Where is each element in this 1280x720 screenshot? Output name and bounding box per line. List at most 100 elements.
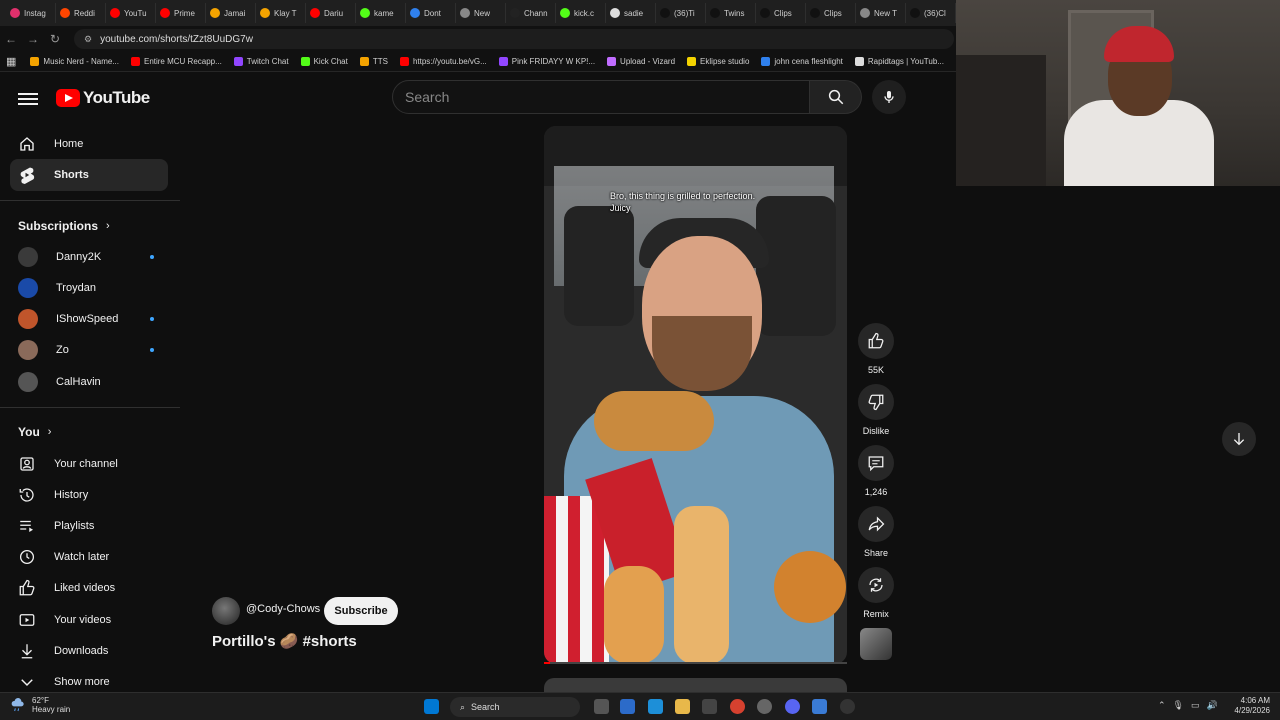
tab-favicon-icon — [460, 8, 470, 18]
windows-start-icon[interactable] — [424, 699, 439, 714]
back-icon[interactable]: ← — [0, 32, 22, 46]
weather-widget[interactable]: 62°F Heavy rain — [10, 696, 70, 714]
url-field[interactable]: ⚙ youtube.com/shorts/tZzt8UuDG7w — [74, 29, 954, 49]
bookmark-item[interactable]: Pink FRIDAYY W KP!... — [498, 57, 595, 66]
browser-tab[interactable]: Twins — [706, 3, 756, 23]
browser-tab[interactable]: Prime — [156, 3, 206, 23]
search-icon: ⌕ — [460, 701, 466, 712]
menu-icon[interactable] — [18, 90, 38, 106]
like-action[interactable]: 55K — [858, 323, 894, 375]
remix-button[interactable] — [858, 567, 894, 603]
bookmark-item[interactable]: Music Nerd - Name... — [30, 57, 119, 66]
browser-tab[interactable]: Klay T — [256, 3, 306, 23]
site-info-icon[interactable]: ⚙ — [84, 34, 92, 45]
sidebar-item-downloads[interactable]: Downloads — [10, 635, 168, 667]
subscription-item[interactable]: Troydan — [10, 272, 168, 304]
browser-tab[interactable]: kick.c — [556, 3, 606, 23]
bookmark-item[interactable]: Upload - Vizard — [607, 57, 675, 66]
browser-tab[interactable]: Clips — [756, 3, 806, 23]
browser-tab[interactable]: Dariu — [306, 3, 356, 23]
comments-action[interactable]: 1,246 — [858, 445, 894, 497]
sidebar-item-your-channel[interactable]: Your channel — [10, 448, 168, 480]
next-short-button[interactable] — [1222, 422, 1256, 456]
dislike-action[interactable]: Dislike — [858, 384, 894, 436]
edge-icon[interactable] — [648, 699, 663, 714]
search-button[interactable] — [810, 80, 862, 114]
apps-icon[interactable]: ▦ — [6, 55, 16, 68]
settings-icon[interactable] — [840, 699, 855, 714]
channel-avatar[interactable] — [212, 597, 240, 625]
task-view-icon[interactable] — [594, 699, 609, 714]
browser-tab[interactable]: Dont — [406, 3, 456, 23]
bookmark-item[interactable]: https://youtu.be/vG... — [399, 57, 487, 66]
browser-tab[interactable]: Clips — [806, 3, 856, 23]
tab-favicon-icon — [310, 8, 320, 18]
bookmark-favicon-icon — [498, 57, 508, 66]
bookmark-item[interactable]: Twitch Chat — [233, 57, 289, 66]
share-action[interactable]: Share — [858, 506, 894, 558]
notepad-icon[interactable] — [812, 699, 827, 714]
subscription-item[interactable]: Zo — [10, 334, 168, 366]
obs-icon[interactable] — [757, 699, 772, 714]
video-progress-bar[interactable] — [544, 662, 847, 664]
sidebar-item-shorts[interactable]: Shorts — [10, 159, 168, 191]
store-icon[interactable] — [702, 699, 717, 714]
sidebar-item-playlists[interactable]: Playlists — [10, 510, 168, 542]
youtube-play-icon — [56, 89, 80, 107]
share-button[interactable] — [858, 506, 894, 542]
subscription-item[interactable]: CalHavin — [10, 366, 168, 398]
sidebar-item-watch-later[interactable]: Watch later — [10, 541, 168, 573]
subscription-name: Zo — [56, 344, 69, 356]
like-button[interactable] — [858, 323, 894, 359]
browser-tab[interactable]: sadie — [606, 3, 656, 23]
sidebar-item-liked-videos[interactable]: Liked videos — [10, 572, 168, 604]
discord-icon[interactable] — [785, 699, 800, 714]
search-input[interactable]: Search — [392, 80, 810, 114]
forward-icon[interactable]: → — [22, 32, 44, 46]
bookmark-favicon-icon — [300, 57, 310, 66]
browser-tab[interactable]: Chann — [506, 3, 556, 23]
bookmark-item[interactable]: Rapidtags | YouTub... — [854, 57, 944, 66]
browser-tab[interactable]: (36)Cl — [906, 3, 956, 23]
sidebar-item-home[interactable]: Home — [10, 128, 168, 160]
remix-action[interactable]: Remix — [858, 567, 894, 619]
browser-tab[interactable]: Reddi — [56, 3, 106, 23]
bookmark-label: Entire MCU Recapp... — [143, 57, 222, 66]
sound-thumbnail[interactable] — [860, 628, 892, 660]
sidebar-item-history[interactable]: History — [10, 479, 168, 511]
bookmark-item[interactable]: Eklipse studio — [687, 57, 749, 66]
reload-icon[interactable]: ↻ — [44, 32, 66, 46]
comments-button[interactable] — [858, 445, 894, 481]
browser-tab[interactable]: kame — [356, 3, 406, 23]
taskbar-search[interactable]: ⌕ Search — [450, 697, 580, 717]
next-short-preview[interactable] — [544, 678, 847, 692]
copilot-icon[interactable] — [620, 699, 635, 714]
subscriptions-header[interactable]: Subscriptions › — [18, 219, 110, 233]
tab-favicon-icon — [360, 8, 370, 18]
video-title[interactable]: Portillo's 🥔 #shorts — [212, 632, 357, 650]
you-header[interactable]: You › — [18, 425, 51, 439]
browser-tab[interactable]: YouTu — [106, 3, 156, 23]
subscription-item[interactable]: Danny2K — [10, 241, 168, 273]
browser-tab[interactable]: (36)Ti — [656, 3, 706, 23]
bookmark-item[interactable]: john cena fleshlight — [761, 57, 843, 66]
taskbar-clock[interactable]: 4:06 AM 4/29/2026 — [1234, 696, 1270, 716]
chrome-icon[interactable] — [730, 699, 745, 714]
browser-tab[interactable]: Instag — [6, 3, 56, 23]
bookmark-item[interactable]: Kick Chat — [300, 57, 348, 66]
voice-search-button[interactable] — [872, 80, 906, 114]
file-explorer-icon[interactable] — [675, 699, 690, 714]
subscription-item[interactable]: IShowSpeed — [10, 303, 168, 335]
dislike-button[interactable] — [858, 384, 894, 420]
bookmark-item[interactable]: TTS — [359, 57, 388, 66]
bookmark-item[interactable]: Entire MCU Recapp... — [130, 57, 222, 66]
browser-tab[interactable]: New T — [856, 3, 906, 23]
sidebar-item-your-videos[interactable]: Your videos — [10, 604, 168, 636]
tab-label: Chann — [524, 8, 548, 18]
channel-name[interactable]: @Cody-Chows — [246, 603, 320, 615]
system-tray[interactable]: ⌃🎙▭🔊 — [1158, 700, 1225, 711]
browser-tab[interactable]: Jamai — [206, 3, 256, 23]
subscribe-button[interactable]: Subscribe — [324, 597, 398, 625]
youtube-logo[interactable]: YouTube — [56, 88, 150, 108]
browser-tab[interactable]: New — [456, 3, 506, 23]
